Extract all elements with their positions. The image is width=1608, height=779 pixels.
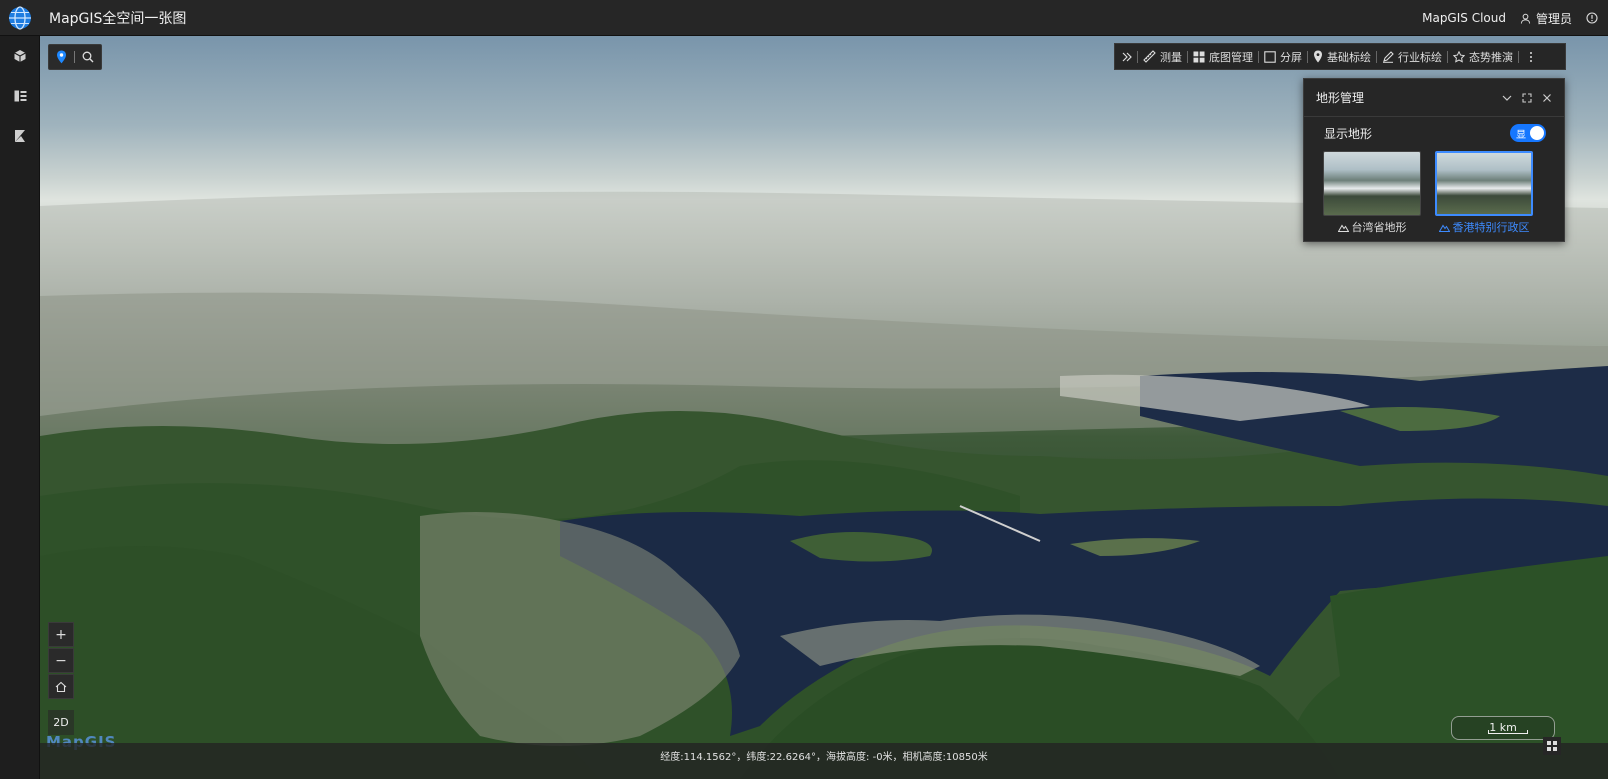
double-chevron-right-icon[interactable] xyxy=(1121,52,1133,62)
sidebar-item-3d-data[interactable] xyxy=(0,36,40,76)
info-icon[interactable] xyxy=(1586,12,1598,24)
fullscreen-icon[interactable] xyxy=(1522,92,1532,103)
grid-icon xyxy=(1193,51,1205,62)
more-vertical-icon[interactable] xyxy=(1526,51,1536,63)
coordinate-readout: 经度:114.1562°，纬度:22.6264°，海拔高度: -0米，相机高度:… xyxy=(660,752,988,763)
zoom-out-button[interactable]: − xyxy=(48,648,74,673)
globe-logo-icon xyxy=(9,5,31,30)
show-terrain-row: 显示地形 显 xyxy=(1304,119,1564,147)
zoom-in-button[interactable]: + xyxy=(48,622,74,647)
cube-icon xyxy=(14,50,26,62)
top-right-actions: MapGIS Cloud 管理员 xyxy=(1422,0,1598,36)
toolbar-item-label: 行业标绘 xyxy=(1398,50,1442,64)
pin-icon xyxy=(1314,50,1322,63)
toolbar-item-basemap[interactable]: 底图管理 xyxy=(1188,49,1258,65)
pen-icon xyxy=(1383,50,1394,63)
mapgis-cloud-link[interactable]: MapGIS Cloud xyxy=(1422,11,1506,25)
terrain-item-label: 台湾省地形 xyxy=(1351,221,1407,234)
show-terrain-toggle[interactable]: 显 xyxy=(1510,124,1546,142)
scale-bar: 1 km xyxy=(1451,716,1555,740)
toolbar-item-measure[interactable]: 测量 xyxy=(1138,49,1187,65)
terrain-icon xyxy=(1337,224,1349,232)
panel-header: 地形管理 xyxy=(1304,79,1564,117)
left-sidebar xyxy=(0,36,40,779)
toggle-text: 显 xyxy=(1516,129,1526,141)
sidebar-item-kibana[interactable] xyxy=(0,116,40,156)
terrain-thumbnail xyxy=(1435,151,1533,216)
sidebar-item-layer-list[interactable] xyxy=(0,76,40,116)
chevron-down-icon[interactable] xyxy=(1502,93,1512,103)
apps-icon xyxy=(1547,741,1557,751)
terrain-icon xyxy=(1438,224,1450,232)
user-icon xyxy=(1520,13,1531,24)
toolbar-item-label: 底图管理 xyxy=(1209,50,1253,64)
home-button[interactable] xyxy=(48,674,74,699)
toolbar-item-label: 分屏 xyxy=(1280,50,1302,64)
toolbar-item-label: 基础标绘 xyxy=(1327,50,1371,64)
location-search-toolbar xyxy=(48,44,102,70)
toolbar-item-split-screen[interactable]: 分屏 xyxy=(1259,49,1307,65)
panel-title: 地形管理 xyxy=(1316,91,1365,105)
terrain-item-label: 香港特别行政区 xyxy=(1452,221,1530,234)
user-name: 管理员 xyxy=(1535,11,1572,26)
toggle-2d-button[interactable]: 2D xyxy=(48,710,74,735)
terrain-item-hongkong[interactable]: 香港特别行政区 xyxy=(1435,151,1533,235)
search-icon[interactable] xyxy=(82,51,94,63)
toggle-knob xyxy=(1530,126,1544,140)
measure-icon xyxy=(1143,50,1156,63)
home-icon xyxy=(55,681,67,692)
terrain-list: 台湾省地形 香港特别行政区 xyxy=(1304,147,1564,235)
kibana-icon xyxy=(15,130,25,142)
layers-list-icon xyxy=(14,90,26,102)
terrain-management-panel: 地形管理 显示地形 显 台湾省地形 香港特别行政区 xyxy=(1303,78,1565,242)
main-toolbar: 测量 底图管理 分屏 基础标绘 行业标绘 态势推演 xyxy=(1114,43,1566,70)
toolbar-item-basic-plot[interactable]: 基础标绘 xyxy=(1308,49,1376,65)
terrain-item-taiwan[interactable]: 台湾省地形 xyxy=(1323,151,1421,235)
user-menu[interactable]: 管理员 xyxy=(1520,10,1572,27)
scale-line xyxy=(1488,730,1528,734)
star-icon xyxy=(1453,50,1465,63)
app-title: MapGIS全空间一张图 xyxy=(49,10,187,27)
toolbar-divider xyxy=(73,51,75,63)
status-bar: 经度:114.1562°，纬度:22.6264°，海拔高度: -0米，相机高度:… xyxy=(40,743,1608,779)
split-screen-icon xyxy=(1264,50,1276,63)
close-icon[interactable] xyxy=(1542,93,1552,103)
toolbar-item-situation[interactable]: 态势推演 xyxy=(1448,49,1518,65)
corner-grid-button[interactable] xyxy=(1543,737,1561,755)
toolbar-item-industry-plot[interactable]: 行业标绘 xyxy=(1377,49,1447,65)
terrain-thumbnail xyxy=(1323,151,1421,216)
top-bar: MapGIS全空间一张图 MapGIS Cloud 管理员 xyxy=(0,0,1608,36)
show-terrain-label: 显示地形 xyxy=(1324,126,1373,141)
toolbar-item-label: 测量 xyxy=(1160,50,1182,64)
toolbar-divider xyxy=(1518,50,1519,63)
zoom-controls: + − xyxy=(48,622,74,699)
location-pin-icon[interactable] xyxy=(56,50,67,64)
toolbar-item-label: 态势推演 xyxy=(1469,50,1513,64)
